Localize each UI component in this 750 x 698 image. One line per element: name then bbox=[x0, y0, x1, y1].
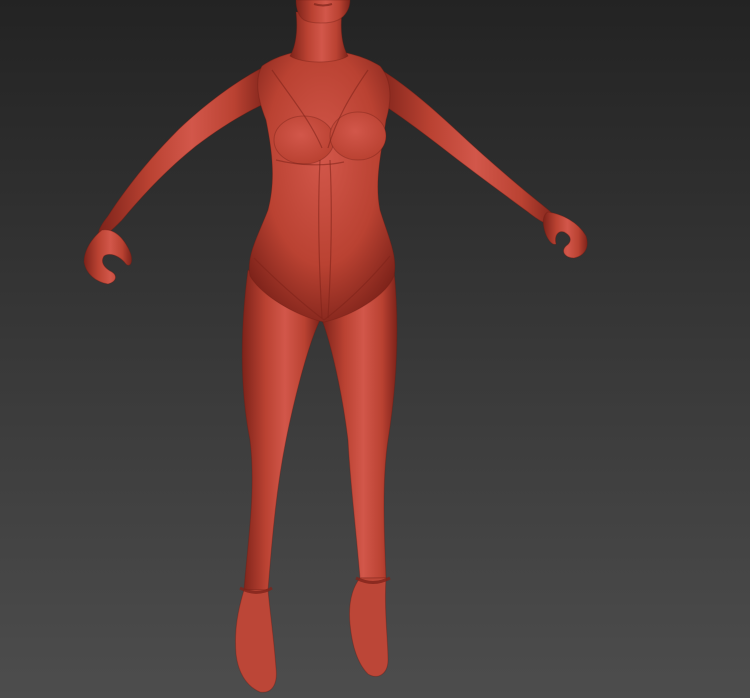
viewport-canvas[interactable] bbox=[0, 0, 750, 698]
breast-left bbox=[273, 115, 335, 165]
3d-viewport[interactable] bbox=[0, 0, 750, 698]
